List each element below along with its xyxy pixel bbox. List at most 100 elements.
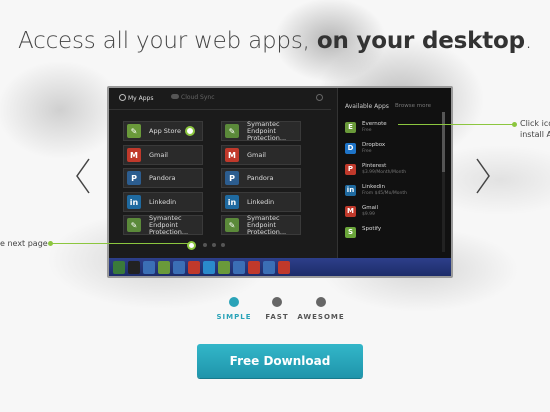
available-app-name: Gmail <box>362 205 379 211</box>
available-app-name: Linkedin <box>362 184 385 190</box>
available-apps-panel: Available Apps Browse more E Evernote Free… <box>337 88 451 258</box>
headline-end: . <box>524 28 532 54</box>
step-awesome[interactable]: AWESOME <box>286 297 356 321</box>
dock-app-icon[interactable] <box>173 261 185 274</box>
available-app-item[interactable]: M Gmail $9.99 <box>345 204 425 224</box>
app-tile-pandora[interactable]: P Pandora <box>123 168 203 188</box>
page-dot[interactable] <box>203 243 207 247</box>
app-icon: P <box>345 164 356 175</box>
page-dot[interactable] <box>212 243 216 247</box>
step-circle <box>316 297 326 307</box>
step-circle <box>229 297 239 307</box>
scrollbar-thumb[interactable] <box>442 112 445 172</box>
app-icon: S <box>345 227 356 238</box>
dock-app-icon[interactable] <box>278 261 290 274</box>
dock <box>109 258 451 276</box>
dock-app-icon[interactable] <box>188 261 200 274</box>
dock-app-icon[interactable] <box>233 261 245 274</box>
step-label: AWESOME <box>297 313 345 321</box>
app-tile-symantec[interactable]: ✎ Symantec Endpoint Protection... <box>221 121 301 141</box>
dock-app-icon[interactable] <box>248 261 260 274</box>
app-tile-gmail[interactable]: M Gmail <box>221 145 301 165</box>
headline: Access all your web apps, on your deskto… <box>0 28 550 54</box>
page-dot[interactable] <box>221 243 225 247</box>
available-app-item[interactable]: P Pinterest $3.99/Month/Month <box>345 162 425 182</box>
callout-right-line2: install A <box>520 130 550 139</box>
app-tile-label: Pandora <box>149 174 176 182</box>
tab-my-apps-label: My Apps <box>128 95 154 102</box>
next-arrow-icon[interactable] <box>476 158 490 194</box>
app-tile-label: Gmail <box>247 151 266 159</box>
pandora-icon: P <box>225 171 239 185</box>
available-app-item[interactable]: S Spotify <box>345 225 425 245</box>
tab-cloud-sync[interactable]: Cloud Sync <box>171 94 215 101</box>
cloud-icon <box>171 94 179 99</box>
app-tile-label: Linkedin <box>247 198 275 206</box>
tab-my-apps[interactable]: My Apps <box>119 94 153 102</box>
app-tile-linkedin[interactable]: in Linkedin <box>221 192 301 212</box>
linkedin-icon: in <box>225 195 239 209</box>
feature-steps: SIMPLE FAST AWESOME <box>0 297 550 327</box>
app-icon: E <box>345 122 356 133</box>
callout-right-line1: Click ico <box>520 119 550 128</box>
app-tile-label: Gmail <box>149 151 168 159</box>
app-tile-symantec[interactable]: ✎ Symantec Endpoint Protection... <box>221 215 301 235</box>
available-app-name: Pinterest <box>362 163 387 169</box>
gmail-icon: M <box>127 148 141 162</box>
available-app-price: $9.99 <box>362 212 375 217</box>
available-app-name: Dropbox <box>362 142 386 148</box>
user-icon <box>119 94 126 101</box>
tab-cloud-sync-label: Cloud Sync <box>181 94 215 101</box>
app-tile-label: Pandora <box>247 174 274 182</box>
app-tile-label: Linkedin <box>149 198 177 206</box>
symantec-icon: ✎ <box>127 218 141 232</box>
app-tile-pandora[interactable]: P Pandora <box>221 168 301 188</box>
app-tile-gmail[interactable]: M Gmail <box>123 145 203 165</box>
dock-app-icon[interactable] <box>263 261 275 274</box>
dock-app-icon[interactable] <box>158 261 170 274</box>
dock-app-icon[interactable] <box>218 261 230 274</box>
callout-dot-left <box>48 241 53 246</box>
app-tile-label: App Store <box>149 127 181 135</box>
gear-icon[interactable] <box>316 94 323 101</box>
dock-app-icon[interactable] <box>113 261 125 274</box>
app-screenshot: My Apps Cloud Sync ✎ App Store M Gmail P… <box>107 86 453 278</box>
browse-more-link[interactable]: Browse more <box>395 103 431 109</box>
evernote-icon: ✎ <box>127 124 141 138</box>
available-apps-title: Available Apps <box>345 103 389 110</box>
selected-indicator <box>185 126 195 136</box>
available-app-item[interactable]: D Dropbox Free <box>345 141 425 161</box>
dock-app-icon[interactable] <box>143 261 155 274</box>
step-circle <box>272 297 282 307</box>
scrollbar[interactable] <box>442 112 445 252</box>
app-tile-label: Symantec Endpoint Protection... <box>247 120 287 142</box>
free-download-button[interactable]: Free Download <box>197 344 363 378</box>
available-app-price: From $45/Mo/Month <box>362 191 407 196</box>
app-tile-linkedin[interactable]: in Linkedin <box>123 192 203 212</box>
available-app-price: Free <box>362 128 372 133</box>
available-app-name: Evernote <box>362 121 387 127</box>
callout-line-right <box>398 124 514 125</box>
headline-bold: on your desktop <box>316 28 525 54</box>
callout-left-text: e next page <box>0 239 48 248</box>
callout-right-text: Click ico install A <box>520 118 550 140</box>
tabs-bar: My Apps Cloud Sync <box>109 88 331 110</box>
prev-arrow-icon[interactable] <box>76 158 90 194</box>
dock-app-icon[interactable] <box>203 261 215 274</box>
linkedin-icon: in <box>127 195 141 209</box>
available-app-price: Free <box>362 149 372 154</box>
app-tile-label: Symantec Endpoint Protection... <box>247 214 287 236</box>
app-icon: D <box>345 143 356 154</box>
available-app-price: $3.99/Month/Month <box>362 170 407 175</box>
app-tile-label: Symantec Endpoint Protection... <box>149 214 189 236</box>
app-icon: M <box>345 206 356 217</box>
app-tile-symantec[interactable]: ✎ Symantec Endpoint Protection... <box>123 215 203 235</box>
dock-app-icon[interactable] <box>128 261 140 274</box>
symantec-icon: ✎ <box>225 218 239 232</box>
app-icon: in <box>345 185 356 196</box>
callout-line-left <box>50 243 190 244</box>
pandora-icon: P <box>127 171 141 185</box>
callout-dot-right <box>512 122 517 127</box>
available-app-item[interactable]: E Evernote Free <box>345 120 425 140</box>
available-app-item[interactable]: in Linkedin From $45/Mo/Month <box>345 183 425 203</box>
